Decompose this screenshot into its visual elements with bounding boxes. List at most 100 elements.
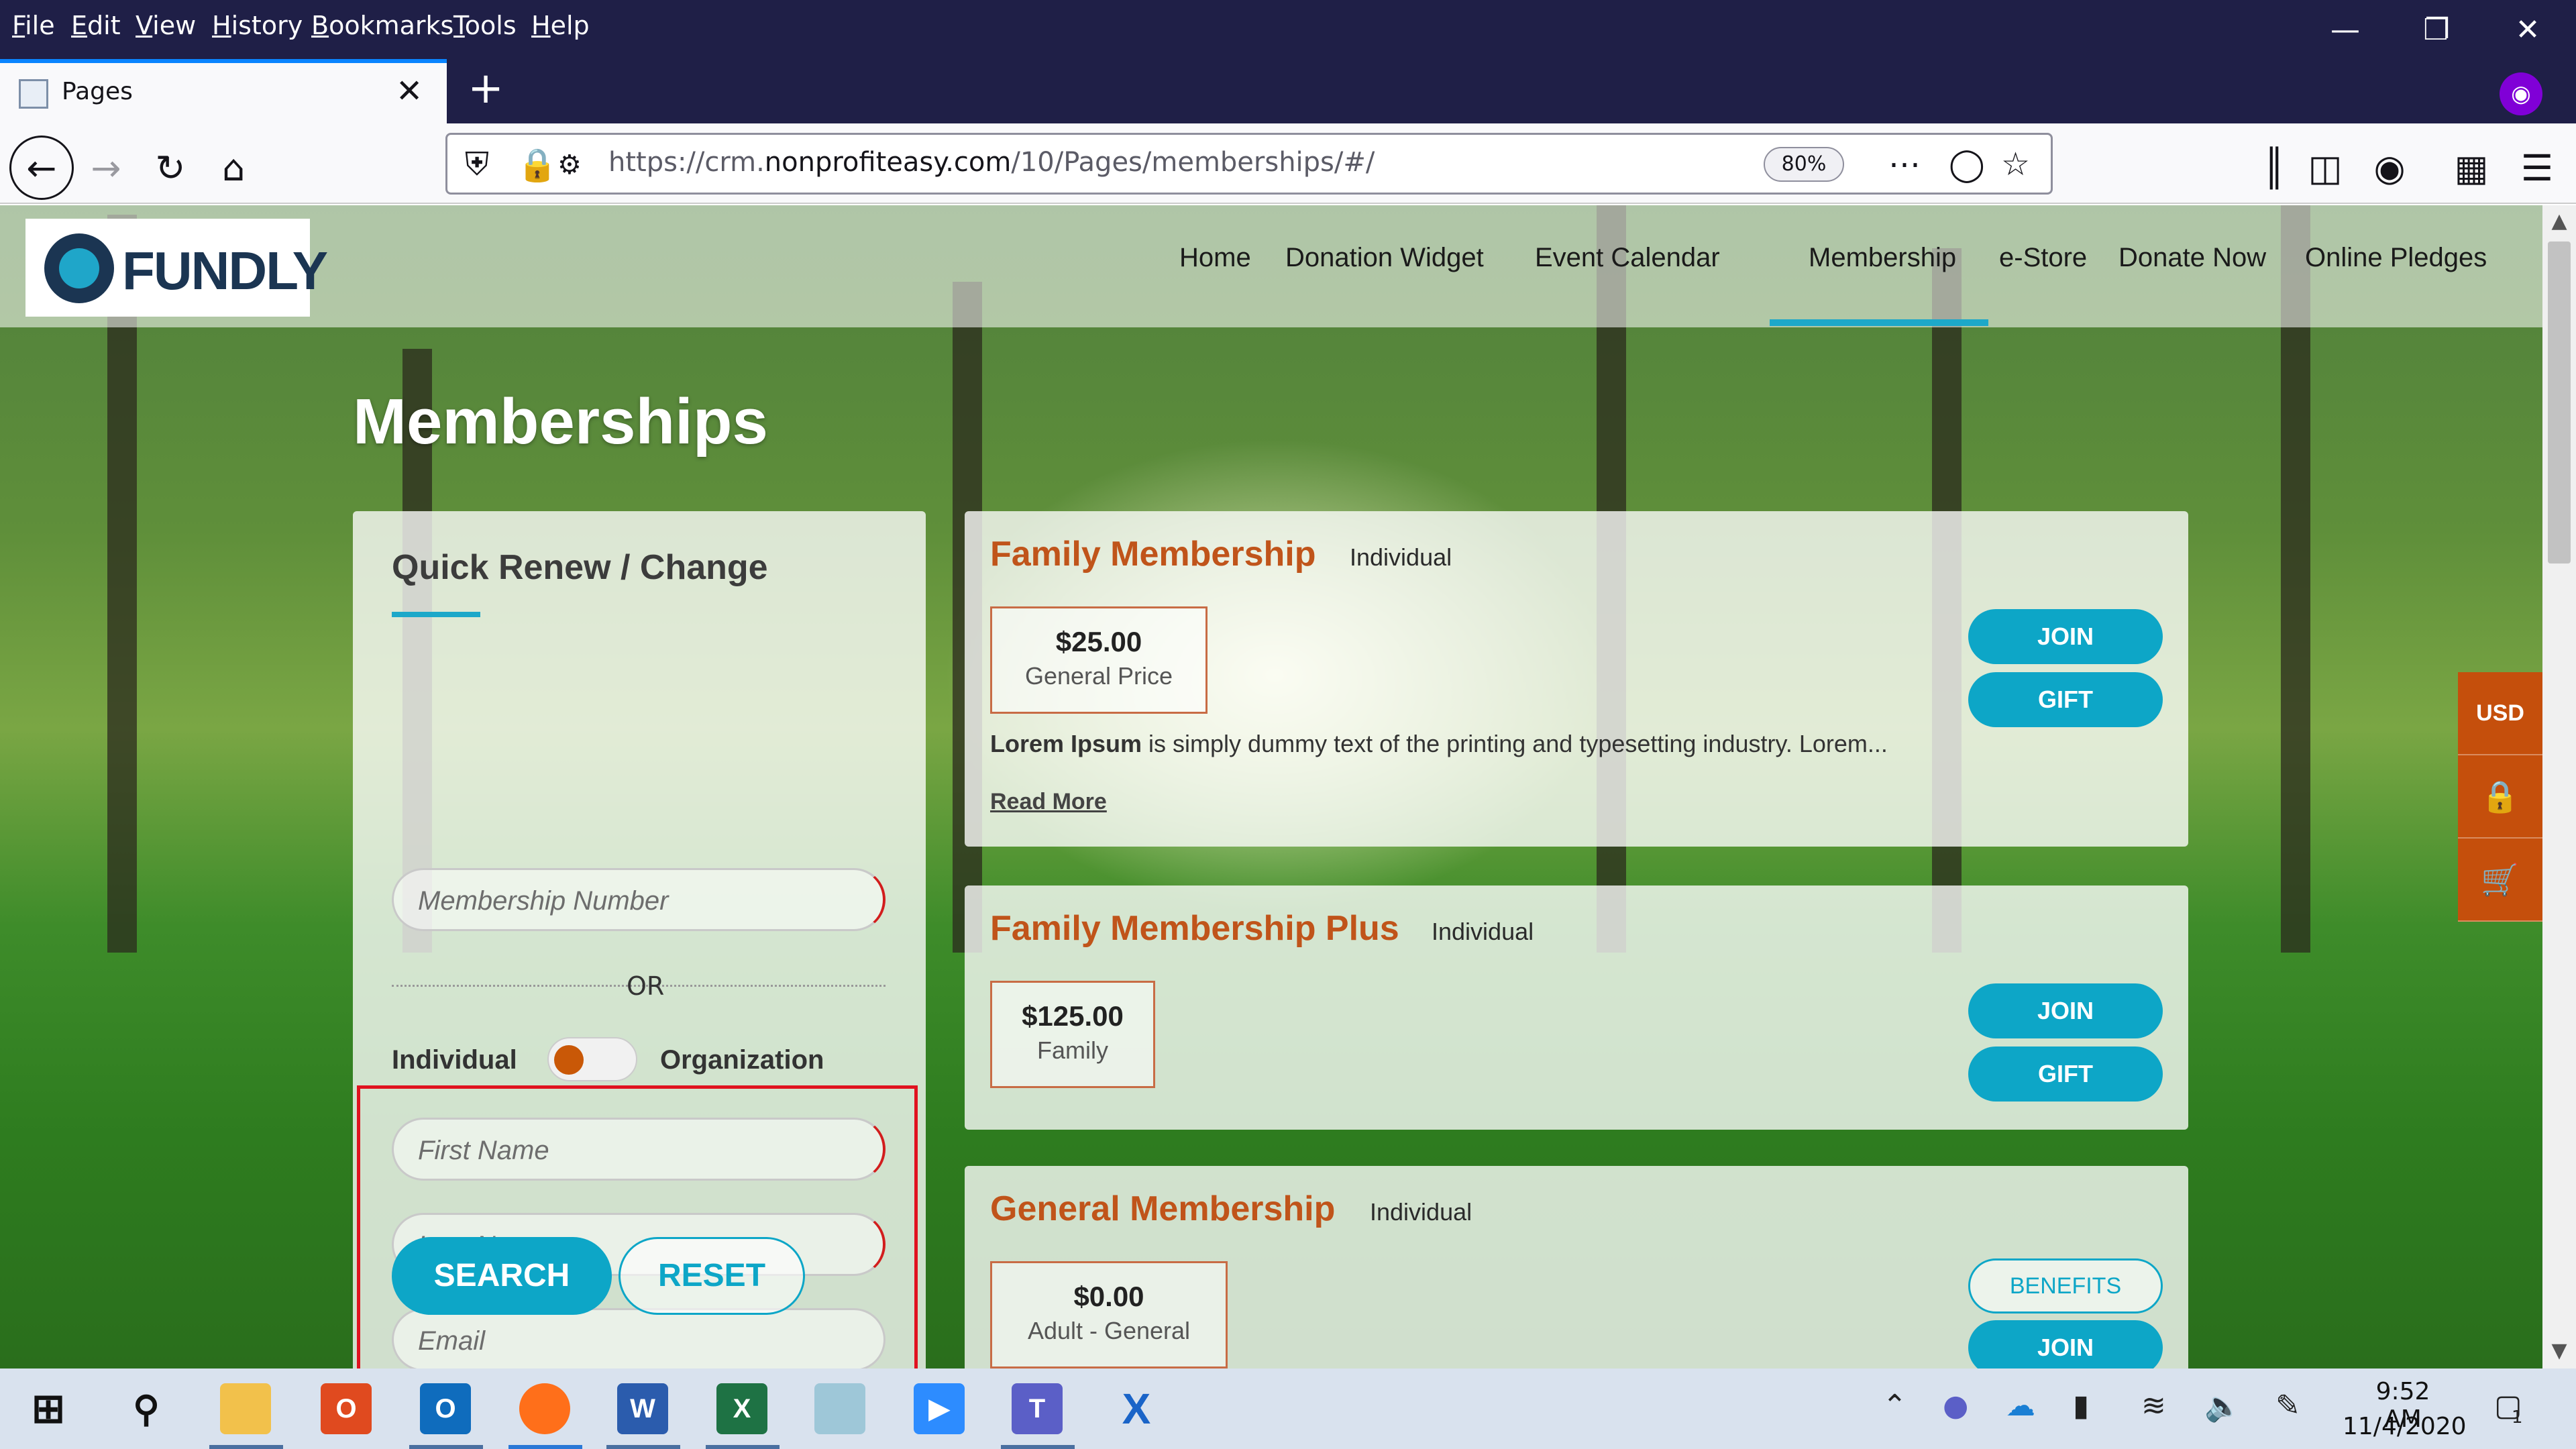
benefits-button[interactable]: BENEFITS [1968,1258,2163,1313]
nav-donate-now[interactable]: Donate Now [2118,243,2266,273]
back-arrow-icon[interactable]: ← [9,136,74,200]
wifi-icon[interactable]: ≋ [2141,1389,2166,1423]
membership-title: Family Membership Plus [990,909,1399,948]
forward-arrow-icon[interactable]: → [78,140,134,196]
excel-icon[interactable]: X [716,1383,767,1434]
logo-text: FUNDLY [122,241,328,301]
read-more-link[interactable]: Read More [990,789,1107,815]
menu-view[interactable]: View [136,5,196,46]
lock-icon[interactable]: 🔒 [2458,755,2542,839]
library-icon[interactable]: ║ [2246,140,2302,196]
padlock-icon[interactable]: 🔒 [517,146,557,184]
show-hidden-icons-icon[interactable]: ⌃ [1882,1389,1907,1423]
office-icon[interactable]: O [321,1383,372,1434]
search-icon[interactable]: ⚲ [121,1383,172,1434]
restore-icon[interactable]: ❐ [2391,0,2482,59]
individual-label: Individual [392,1045,517,1075]
nav-online-pledges[interactable]: Online Pledges [2305,243,2487,273]
firefox-icon[interactable] [519,1383,570,1434]
private-browsing-mask-icon: ◉ [2500,72,2542,115]
teams-tray-icon[interactable]: ● [1943,1389,1968,1423]
join-button[interactable]: JOIN [1968,609,2163,664]
shield-icon[interactable]: ⛨ [465,146,489,184]
join-button[interactable]: JOIN [1968,1320,2163,1368]
organization-label: Organization [660,1045,824,1075]
search-button[interactable]: SEARCH [392,1237,612,1315]
home-icon[interactable]: ⌂ [205,140,262,196]
menu-file[interactable]: File [12,5,55,46]
account-icon[interactable]: ◉ [2361,140,2418,196]
outlook-icon[interactable]: O [420,1383,471,1434]
active-nav-indicator [1770,319,1988,326]
reload-icon[interactable]: ↻ [142,140,199,196]
extensions-gift-icon[interactable]: ▦ [2443,140,2500,196]
nav-home[interactable]: Home [1179,243,1251,273]
menu-history[interactable]: History [212,5,303,46]
price-box: $0.00 Adult - General [990,1261,1228,1368]
battery-icon[interactable]: ▮ [2073,1389,2089,1423]
close-window-icon[interactable]: ✕ [2482,0,2573,59]
snipping-tool-icon[interactable] [814,1383,865,1434]
clock-date[interactable]: 11/4/2020 [2343,1413,2467,1440]
nav-donation-widget[interactable]: Donation Widget [1285,243,1484,273]
new-tab-icon[interactable]: + [464,62,507,115]
price-box: $125.00 Family [990,981,1155,1088]
minimize-icon[interactable]: — [2300,0,2391,59]
email-input[interactable]: Email [392,1308,885,1368]
scrollbar-thumb[interactable] [2548,241,2571,564]
tab-pages[interactable]: Pages ✕ [0,59,447,123]
first-name-input[interactable]: First Name [392,1118,885,1181]
scroll-up-icon[interactable]: ▲ [2548,209,2571,236]
currency-selector[interactable]: USD [2458,672,2542,755]
reset-button[interactable]: RESET [619,1237,805,1315]
join-button[interactable]: JOIN [1968,983,2163,1038]
price-amount: $125.00 [1022,1000,1124,1032]
gift-button[interactable]: GIFT [1968,1046,2163,1102]
onedrive-icon[interactable]: ☁ [2006,1389,2035,1423]
running-indicator [508,1445,582,1449]
membership-type-tag: Individual [1350,543,1452,571]
url-bar[interactable]: ⛨ 🔒 ⚙ https://crm.nonprofiteasy.com/10/P… [445,133,2053,195]
url-text[interactable]: https://crm.nonprofiteasy.com/10/Pages/m… [608,147,1375,178]
nav-membership[interactable]: Membership [1809,243,1956,273]
membership-number-input[interactable]: Membership Number [392,868,885,931]
teams-icon[interactable]: T [1012,1383,1063,1434]
word-icon[interactable]: W [617,1383,668,1434]
price-box: $25.00 General Price [990,606,1208,714]
price-label: Adult - General [1027,1317,1191,1344]
gift-button[interactable]: GIFT [1968,672,2163,727]
permissions-icon[interactable]: ⚙ [557,150,582,180]
menu-edit[interactable]: Edit [71,5,121,46]
zoom-app-icon[interactable]: ▶ [914,1383,965,1434]
cart-icon[interactable]: 🛒 [2458,839,2542,922]
page-favicon-icon [19,79,48,109]
individual-organization-toggle[interactable] [547,1037,637,1081]
pen-icon[interactable]: ✎ [2275,1389,2300,1423]
file-explorer-icon[interactable] [220,1383,271,1434]
fundly-logo[interactable]: FUNDLY [25,219,328,317]
pocket-icon[interactable]: ◯ [1949,146,1985,183]
windows-start-icon[interactable]: ⊞ [23,1383,74,1434]
nav-event-calendar[interactable]: Event Calendar [1535,243,1720,273]
site-header: FUNDLY Home Donation Widget Event Calend… [0,205,2542,327]
xmind-icon[interactable]: X [1111,1383,1162,1434]
nav-estore[interactable]: e-Store [1999,243,2087,273]
menu-tools[interactable]: Tools [453,5,517,46]
page-title: Memberships [353,386,768,458]
browser-menubar: File Edit View History Bookmarks Tools H… [0,0,2576,59]
first-name-placeholder: First Name [418,1136,549,1165]
hamburger-menu-icon[interactable]: ☰ [2509,140,2565,196]
scroll-down-icon[interactable]: ▼ [2548,1339,2571,1366]
bookmark-star-icon[interactable]: ☆ [2001,146,2030,183]
volume-icon[interactable]: 🔈 [2204,1389,2241,1424]
quick-renew-title: Quick Renew / Change [392,548,768,587]
zoom-level-badge[interactable]: 80% [1764,147,1844,182]
tab-close-icon[interactable]: ✕ [396,72,423,110]
sidebar-icon[interactable]: ◫ [2297,140,2353,196]
page-actions-icon[interactable]: ⋯ [1888,146,1921,183]
running-indicator [209,1445,283,1449]
price-label: General Price [1024,662,1173,690]
menu-bookmarks[interactable]: Bookmarks [311,5,453,46]
running-indicator [606,1445,680,1449]
menu-help[interactable]: Help [531,5,590,46]
